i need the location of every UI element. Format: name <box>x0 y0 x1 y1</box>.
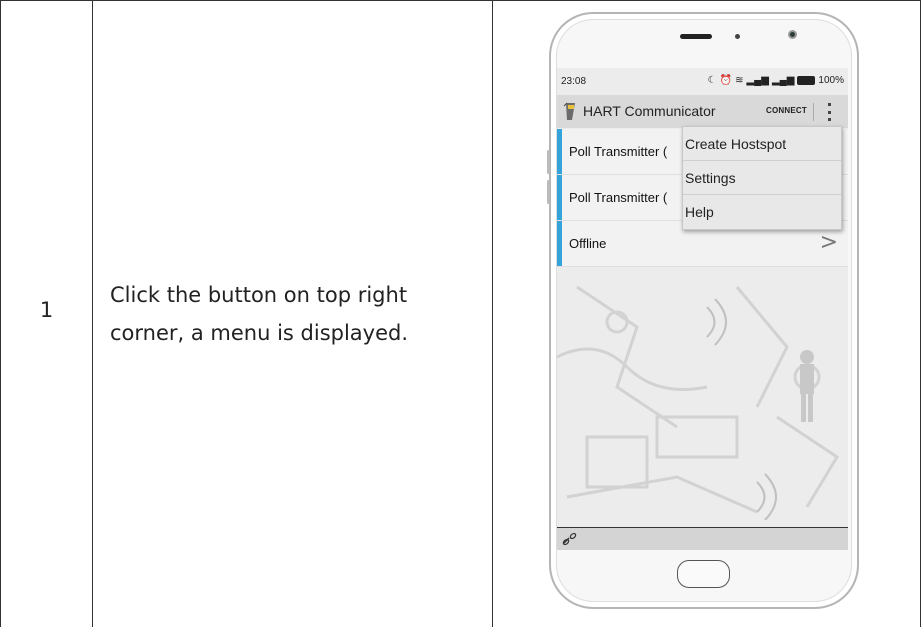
alarm-icon: ⏰ <box>719 75 733 86</box>
appbar-divider <box>813 103 814 121</box>
menu-item-help[interactable]: Help <box>683 195 841 229</box>
chevron-right-icon: > <box>819 230 838 255</box>
volume-button <box>547 150 550 174</box>
industrial-background-illustration <box>557 285 840 520</box>
signal-icon: ▂▄▆ <box>746 75 769 86</box>
volume-button-2 <box>547 180 550 204</box>
home-button[interactable] <box>677 560 730 588</box>
step-number: 1 <box>39 298 54 322</box>
link-icon[interactable] <box>561 531 579 547</box>
bottom-bar <box>557 527 848 550</box>
status-time: 23:08 <box>561 76 587 87</box>
list-item-label: Offline <box>569 236 607 251</box>
list-item-accent <box>557 221 562 266</box>
phone-screen: 23:08 ☾ ⏰ ≋ ▂▄▆ ▂▄▆ 100% HART Communicat… <box>557 68 848 550</box>
table-column-divider-2 <box>492 0 493 627</box>
signal-icon-2: ▂▄▆ <box>771 75 795 86</box>
app-title: HART Communicator <box>583 103 716 119</box>
phone-speaker <box>680 34 712 39</box>
hart-device-icon <box>563 102 575 120</box>
camera-icon <box>788 30 797 39</box>
more-vert-icon[interactable] <box>822 103 836 121</box>
wifi-icon: ≋ <box>735 75 744 86</box>
menu-item-settings[interactable]: Settings <box>683 161 841 195</box>
status-icons: ☾ ⏰ ≋ ▂▄▆ ▂▄▆ 100% <box>708 75 844 86</box>
status-bar: 23:08 ☾ ⏰ ≋ ▂▄▆ ▂▄▆ 100% <box>557 68 848 95</box>
connect-button[interactable]: CONNECT <box>766 106 807 115</box>
list-item-label: Poll Transmitter ( <box>569 144 668 159</box>
table-border-top <box>0 0 921 1</box>
app-bar: HART Communicator CONNECT <box>557 95 848 128</box>
battery-icon <box>797 76 816 85</box>
overflow-menu: Create Hostspot Settings Help <box>682 126 842 230</box>
list-item-accent <box>557 129 562 174</box>
list-item-label: Poll Transmitter ( <box>569 190 668 205</box>
list-item-accent <box>557 175 562 220</box>
moon-icon: ☾ <box>707 75 717 86</box>
menu-item-create-hotspot[interactable]: Create Hostspot <box>683 127 841 161</box>
step-instruction: Click the button on top right corner, a … <box>110 283 409 345</box>
battery-level: 100% <box>818 75 844 86</box>
phone-sensor <box>735 34 740 39</box>
